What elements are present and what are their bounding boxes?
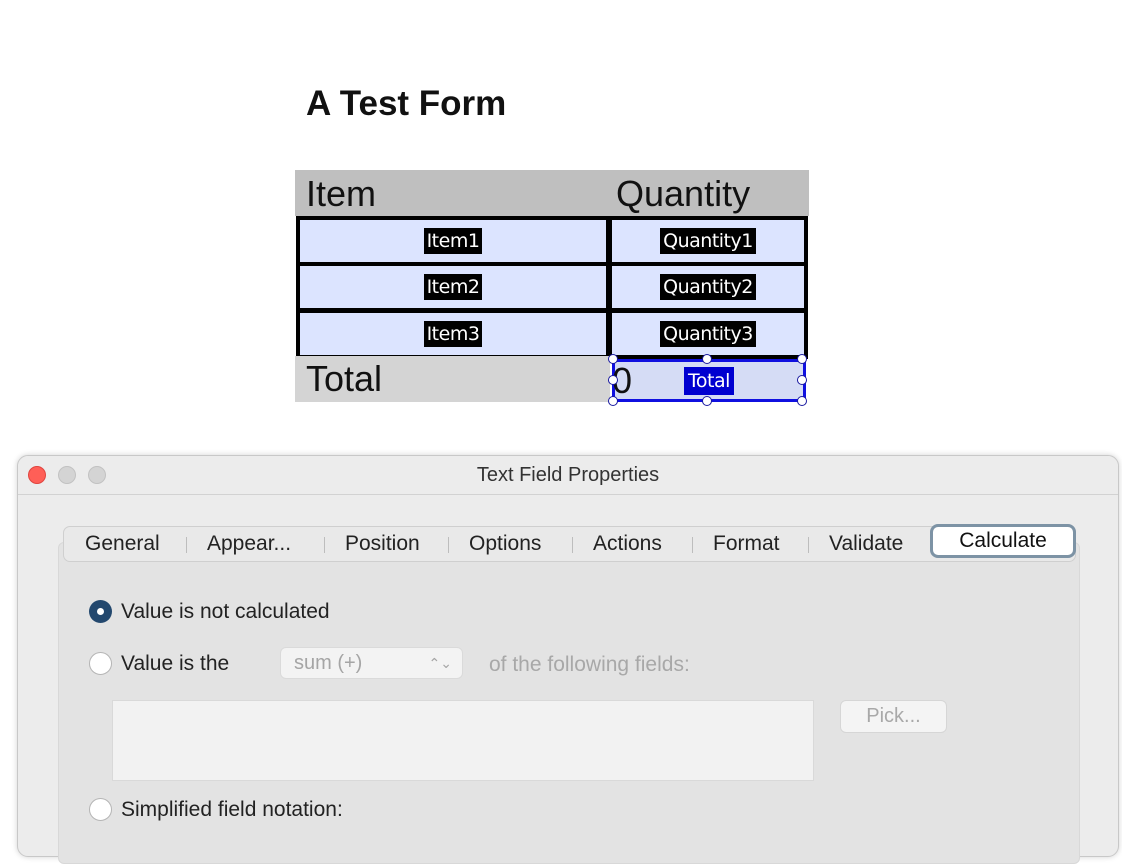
tab-separator	[324, 537, 325, 553]
tab-bar: General Appear... Position Options Actio…	[63, 524, 1076, 562]
field-name-label: Item2	[423, 274, 483, 300]
quantity1-field[interactable]: Quantity1	[608, 216, 808, 266]
resize-handle-bottom-left[interactable]	[608, 396, 618, 406]
resize-handle-top-right[interactable]	[797, 354, 807, 364]
field-name-label: Item1	[423, 228, 483, 254]
quantity3-field[interactable]: Quantity3	[608, 309, 808, 359]
dialog-titlebar[interactable]: Text Field Properties	[18, 456, 1118, 495]
label-of-following-fields: of the following fields:	[489, 653, 690, 676]
tab-actions[interactable]: Actions	[593, 527, 662, 561]
label-not-calculated: Value is not calculated	[121, 600, 330, 623]
column-header-item: Item	[306, 173, 377, 214]
resize-handle-top[interactable]	[702, 354, 712, 364]
up-down-chevron-icon: ⌃⌄	[428, 655, 452, 671]
tab-format[interactable]: Format	[713, 527, 780, 561]
operation-select[interactable]: sum (+) ⌃⌄	[280, 647, 463, 679]
radio-simplified-notation[interactable]	[89, 798, 112, 821]
field-name-label: Quantity3	[660, 321, 756, 347]
resize-handle-top-left[interactable]	[608, 354, 618, 364]
field-name-label: Item3	[423, 321, 483, 347]
label-value-is-the: Value is the	[121, 652, 230, 675]
radio-value-is-the[interactable]	[89, 652, 112, 675]
resize-handle-right[interactable]	[797, 375, 807, 385]
tab-separator	[808, 537, 809, 553]
field-name-label: Quantity2	[660, 274, 756, 300]
tab-options[interactable]: Options	[469, 527, 541, 561]
field-name-label: Quantity1	[660, 228, 756, 254]
radio-not-calculated[interactable]	[89, 600, 112, 623]
label-simplified-notation: Simplified field notation:	[121, 798, 343, 821]
quantity2-field[interactable]: Quantity2	[608, 262, 808, 312]
dialog-title: Text Field Properties	[476, 464, 660, 486]
item1-field[interactable]: Item1	[296, 216, 610, 266]
tab-appearance[interactable]: Appear...	[207, 527, 291, 561]
text-field-properties-dialog: Text Field Properties General Appear... …	[17, 455, 1119, 864]
tab-separator	[692, 537, 693, 553]
pick-button[interactable]: Pick...	[840, 700, 947, 733]
tab-general[interactable]: General	[85, 527, 160, 561]
column-header-quantity: Quantity	[616, 173, 751, 214]
item2-field[interactable]: Item2	[296, 262, 610, 312]
tab-calculate[interactable]: Calculate	[930, 524, 1076, 558]
total-label: Total	[306, 358, 383, 399]
tab-separator	[572, 537, 573, 553]
resize-handle-bottom-right[interactable]	[797, 396, 807, 406]
tab-separator	[186, 537, 187, 553]
tab-validate[interactable]: Validate	[829, 527, 903, 561]
form-title: A Test Form	[306, 84, 507, 123]
item3-field[interactable]: Item3	[296, 309, 610, 359]
field-name-label: Total	[684, 367, 734, 395]
tab-separator	[448, 537, 449, 553]
operation-select-value: sum (+)	[294, 652, 363, 674]
tab-position[interactable]: Position	[345, 527, 420, 561]
resize-handle-left[interactable]	[608, 375, 618, 385]
fields-list-box[interactable]	[112, 700, 814, 781]
resize-handle-bottom[interactable]	[702, 396, 712, 406]
